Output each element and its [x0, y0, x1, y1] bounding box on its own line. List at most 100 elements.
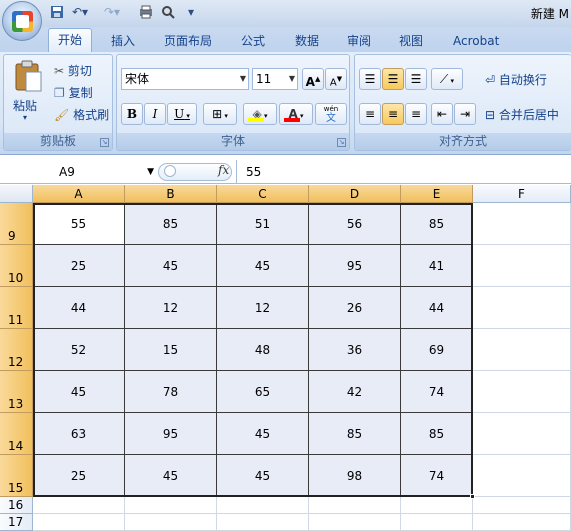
- cell-a9[interactable]: 55: [33, 203, 125, 245]
- clipboard-launcher-icon[interactable]: ↘: [100, 138, 109, 147]
- cell-b12[interactable]: 15: [125, 329, 217, 371]
- row-header-17[interactable]: 17: [0, 514, 33, 531]
- save-icon[interactable]: [50, 5, 64, 21]
- cell-a17[interactable]: [33, 514, 125, 531]
- paste-button[interactable]: 粘贴 ▾: [10, 59, 46, 129]
- row-header-10[interactable]: 10: [0, 245, 33, 287]
- row-header-15[interactable]: 15: [0, 455, 33, 497]
- cell-c9[interactable]: 51: [217, 203, 309, 245]
- cell-d17[interactable]: [309, 514, 401, 531]
- cell-a14[interactable]: 63: [33, 413, 125, 455]
- cell-e11[interactable]: 44: [401, 287, 473, 329]
- cell-c13[interactable]: 65: [217, 371, 309, 413]
- column-header-f[interactable]: F: [473, 185, 571, 203]
- cell-c10[interactable]: 45: [217, 245, 309, 287]
- tab-insert[interactable]: 插入: [111, 30, 135, 52]
- column-header-c[interactable]: C: [217, 185, 309, 203]
- column-header-e[interactable]: E: [401, 185, 473, 203]
- cell-d11[interactable]: 26: [309, 287, 401, 329]
- cancel-icon[interactable]: [164, 165, 176, 177]
- tab-data[interactable]: 数据: [295, 30, 319, 52]
- font-launcher-icon[interactable]: ↘: [337, 138, 346, 147]
- cell-a10[interactable]: 25: [33, 245, 125, 287]
- select-all-button[interactable]: [0, 185, 33, 203]
- cell-a11[interactable]: 44: [33, 287, 125, 329]
- cell-f12[interactable]: [473, 329, 571, 371]
- paste-dropdown-icon[interactable]: ▾: [23, 113, 27, 122]
- tab-formulas[interactable]: 公式: [241, 30, 265, 52]
- tab-home[interactable]: 开始: [48, 28, 93, 52]
- cell-d15[interactable]: 98: [309, 455, 401, 497]
- cell-e13[interactable]: 74: [401, 371, 473, 413]
- cell-d9[interactable]: 56: [309, 203, 401, 245]
- cell-e12[interactable]: 69: [401, 329, 473, 371]
- phonetic-button[interactable]: wén 文: [315, 103, 347, 125]
- shrink-font-button[interactable]: A▼: [325, 68, 347, 90]
- tab-view[interactable]: 视图: [399, 30, 423, 52]
- cell-e10[interactable]: 41: [401, 245, 473, 287]
- cell-a12[interactable]: 52: [33, 329, 125, 371]
- cell-a15[interactable]: 25: [33, 455, 125, 497]
- fill-handle[interactable]: [470, 494, 475, 499]
- align-top-button[interactable]: ☰: [359, 68, 381, 90]
- cell-c17[interactable]: [217, 514, 309, 531]
- cell-f17[interactable]: [473, 514, 571, 531]
- print-preview-icon[interactable]: [138, 5, 154, 21]
- align-bottom-button[interactable]: ☰: [405, 68, 427, 90]
- cell-b16[interactable]: [125, 497, 217, 514]
- cell-d10[interactable]: 95: [309, 245, 401, 287]
- cell-e16[interactable]: [401, 497, 473, 514]
- cell-c14[interactable]: 45: [217, 413, 309, 455]
- align-left-button[interactable]: ≡: [359, 103, 381, 125]
- align-right-button[interactable]: ≡: [405, 103, 427, 125]
- cell-b17[interactable]: [125, 514, 217, 531]
- cell-e17[interactable]: [401, 514, 473, 531]
- row-header-11[interactable]: 11: [0, 287, 33, 329]
- name-box[interactable]: A9 ▼: [34, 162, 156, 182]
- cell-b11[interactable]: 12: [125, 287, 217, 329]
- cell-e9[interactable]: 85: [401, 203, 473, 245]
- cell-d14[interactable]: 85: [309, 413, 401, 455]
- cell-c12[interactable]: 48: [217, 329, 309, 371]
- quick-print-icon[interactable]: [160, 5, 176, 21]
- cell-a13[interactable]: 45: [33, 371, 125, 413]
- undo-icon[interactable]: ↶▾: [72, 5, 88, 21]
- cell-a16[interactable]: [33, 497, 125, 514]
- cell-f10[interactable]: [473, 245, 571, 287]
- cell-f16[interactable]: [473, 497, 571, 514]
- cell-c16[interactable]: [217, 497, 309, 514]
- column-header-b[interactable]: B: [125, 185, 217, 203]
- cell-f14[interactable]: [473, 413, 571, 455]
- formula-input[interactable]: 55: [236, 160, 571, 184]
- cell-d13[interactable]: 42: [309, 371, 401, 413]
- cell-b15[interactable]: 45: [125, 455, 217, 497]
- row-header-13[interactable]: 13: [0, 371, 33, 413]
- bold-button[interactable]: B: [121, 103, 143, 125]
- increase-indent-button[interactable]: ⇥: [454, 103, 476, 125]
- tab-review[interactable]: 审阅: [347, 30, 371, 52]
- wrap-text-button[interactable]: ⏎ 自动换行: [485, 71, 547, 88]
- align-center-button[interactable]: ≡: [382, 103, 404, 125]
- cell-e14[interactable]: 85: [401, 413, 473, 455]
- font-color-button[interactable]: A ▾: [279, 103, 313, 125]
- cell-d12[interactable]: 36: [309, 329, 401, 371]
- cell-f11[interactable]: [473, 287, 571, 329]
- cell-c11[interactable]: 12: [217, 287, 309, 329]
- insert-function-icon[interactable]: fx: [218, 163, 229, 177]
- align-middle-button[interactable]: ☰: [382, 68, 404, 90]
- customize-quick-access-icon[interactable]: ▾: [188, 5, 194, 21]
- fill-color-button[interactable]: ◈ ▾: [243, 103, 277, 125]
- chevron-down-icon[interactable]: ▼: [147, 162, 154, 182]
- redo-icon[interactable]: ↷▾: [104, 5, 120, 21]
- cell-b13[interactable]: 78: [125, 371, 217, 413]
- format-painter-button[interactable]: 🖌 格式刷: [54, 106, 109, 123]
- cell-b10[interactable]: 45: [125, 245, 217, 287]
- cut-button[interactable]: ✂ 剪切: [54, 62, 92, 79]
- worksheet-grid[interactable]: A B C D E F 9 55 85 51 56 85 10 25 45 45 95 41 11 44 12 12 26 4…: [0, 185, 571, 531]
- row-header-12[interactable]: 12: [0, 329, 33, 371]
- column-header-a[interactable]: A: [33, 185, 125, 203]
- cell-c15[interactable]: 45: [217, 455, 309, 497]
- cell-e15[interactable]: 74: [401, 455, 473, 497]
- row-header-14[interactable]: 14: [0, 413, 33, 455]
- tab-page-layout[interactable]: 页面布局: [164, 30, 212, 52]
